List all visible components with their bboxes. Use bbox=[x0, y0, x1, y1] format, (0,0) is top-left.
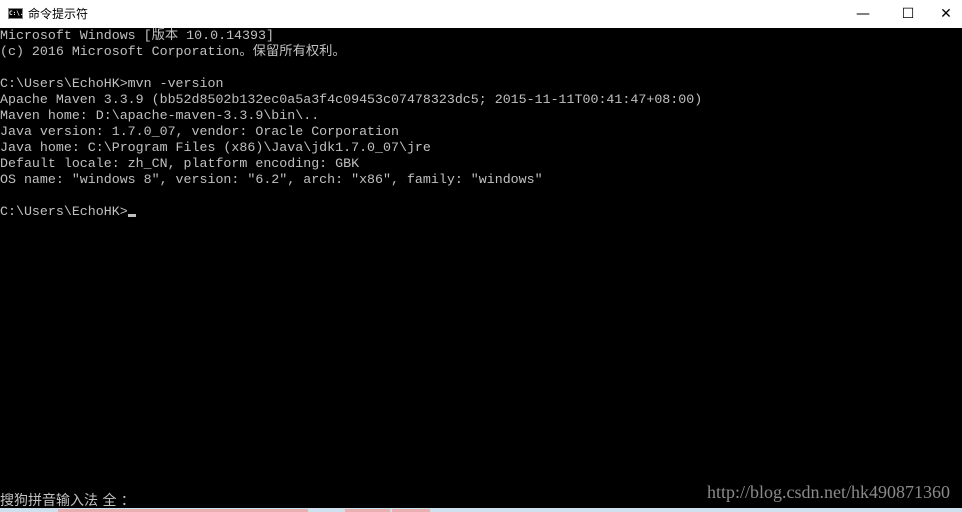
console-line: (c) 2016 Microsoft Corporation。保留所有权利。 bbox=[0, 44, 346, 59]
close-button[interactable]: ✕ bbox=[930, 0, 962, 28]
maximize-button[interactable]: ☐ bbox=[885, 0, 931, 28]
watermark: http://blog.csdn.net/hk490871360 bbox=[707, 482, 950, 502]
console-line: OS name: "windows 8", version: "6.2", ar… bbox=[0, 172, 543, 187]
console-line: Java version: 1.7.0_07, vendor: Oracle C… bbox=[0, 124, 399, 139]
console-line: Apache Maven 3.3.9 (bb52d8502b132ec0a5a3… bbox=[0, 92, 703, 107]
text-cursor bbox=[127, 214, 136, 217]
console-line: Default locale: zh_CN, platform encoding… bbox=[0, 156, 360, 171]
prompt: C:\Users\EchoHK> bbox=[0, 204, 128, 219]
ime-status: 搜狗拼音输入法 全 ： bbox=[0, 493, 135, 509]
console-icon: C:\. bbox=[8, 8, 24, 19]
console-output[interactable]: Microsoft Windows [版本 10.0.14393] (c) 20… bbox=[0, 28, 962, 508]
window-title: 命令提示符 bbox=[28, 7, 89, 21]
prompt-line[interactable]: C:\Users\EchoHK> bbox=[0, 204, 136, 220]
minimize-button[interactable]: — bbox=[840, 0, 886, 28]
console-line: Maven home: D:\apache-maven-3.3.9\bin\.. bbox=[0, 108, 320, 123]
console-line: Microsoft Windows [版本 10.0.14393] bbox=[0, 28, 274, 43]
taskbar-strip bbox=[0, 508, 962, 512]
title-bar[interactable]: C:\. 命令提示符 — ☐ ✕ bbox=[0, 0, 962, 28]
console-line: Java home: C:\Program Files (x86)\Java\j… bbox=[0, 140, 431, 155]
console-line: C:\Users\EchoHK>mvn -version bbox=[0, 76, 224, 91]
